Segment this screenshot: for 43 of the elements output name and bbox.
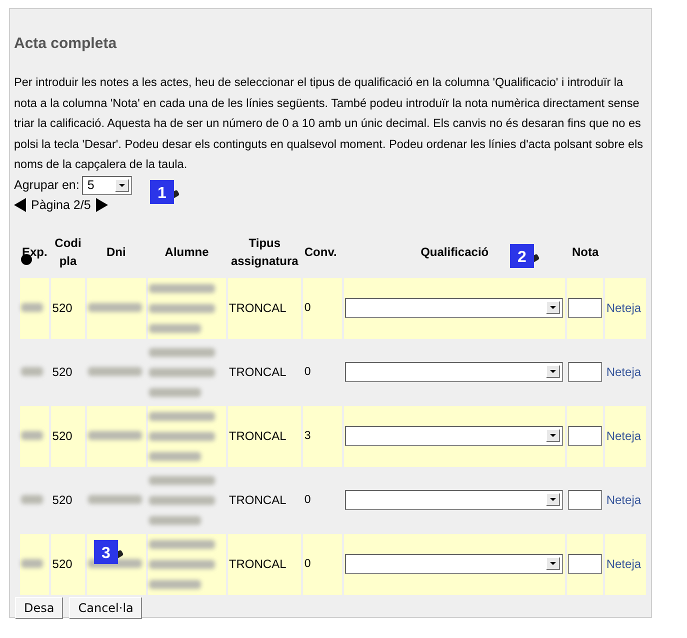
redacted-text — [88, 367, 142, 376]
grade-select[interactable] — [344, 554, 563, 574]
redacted-text — [88, 303, 142, 312]
redacted-text — [21, 495, 43, 504]
page-title: Acta completa — [14, 35, 118, 52]
clear-link[interactable]: Neteja — [606, 429, 642, 444]
clear-link[interactable]: Neteja — [606, 557, 642, 572]
redacted-text — [88, 495, 142, 504]
grade-input[interactable] — [568, 362, 602, 382]
column-header[interactable]: Nota — [572, 244, 599, 259]
redacted-text — [21, 431, 43, 440]
grade-select[interactable] — [344, 298, 563, 318]
instructions-text: Per introduir les notes a les actes, heu de seleccionar el tipus de qualificació en la columna 'Qualificacio' i introduïr la nota a la columna 'Nota' en cada una de les línies següents. També podeu introduïr la nota numèrica directament sense triar la calificació. Aquesta ha de ser un número de 0 a 10 amb un únic decimal. Els canvis no és desaran fins que no es polsi la tecla 'Desar'. Podeu desar els continguts en qualsevol moment. Podeu ordenar les línies d'acta polsant sobre els noms de la capçalera de la taula. — [14, 74, 644, 174]
grade-input[interactable] — [568, 554, 602, 574]
clear-link[interactable]: Neteja — [606, 365, 642, 380]
redacted-text — [21, 303, 43, 312]
group-by-select[interactable]: 5 — [82, 176, 132, 195]
column-header[interactable]: Conv. — [304, 244, 337, 259]
table-cell: 520 — [51, 278, 85, 339]
grade-input[interactable] — [568, 298, 602, 318]
grade-input[interactable] — [568, 490, 602, 510]
column-header[interactable]: Dni — [106, 244, 126, 259]
grade-input[interactable] — [568, 426, 602, 446]
column-header[interactable]: Codi pla — [53, 234, 83, 270]
column-header[interactable]: Qualificació — [420, 244, 489, 259]
redacted-text — [88, 431, 142, 440]
group-by-label: Agrupar en: — [14, 178, 80, 192]
redacted-text — [21, 559, 43, 568]
grade-select[interactable] — [344, 426, 563, 446]
table-cell: 0 — [303, 278, 342, 339]
form-button[interactable]: Cancel·la — [69, 596, 142, 619]
table-cell: TRONCAL — [228, 278, 302, 339]
form-button[interactable]: Desa — [15, 596, 64, 619]
column-header[interactable]: Alumne — [164, 244, 209, 259]
column-header[interactable]: Tipus assignatura — [230, 234, 300, 270]
grade-select[interactable] — [344, 490, 563, 510]
page-indicator: Pàgina 2/5 — [31, 198, 91, 212]
grade-select[interactable] — [344, 362, 563, 382]
next-page-icon[interactable] — [96, 198, 108, 212]
redacted-text — [21, 367, 43, 376]
clear-link[interactable]: Neteja — [606, 301, 642, 316]
previous-page-icon[interactable] — [14, 198, 26, 212]
clear-link[interactable]: Neteja — [606, 493, 642, 508]
